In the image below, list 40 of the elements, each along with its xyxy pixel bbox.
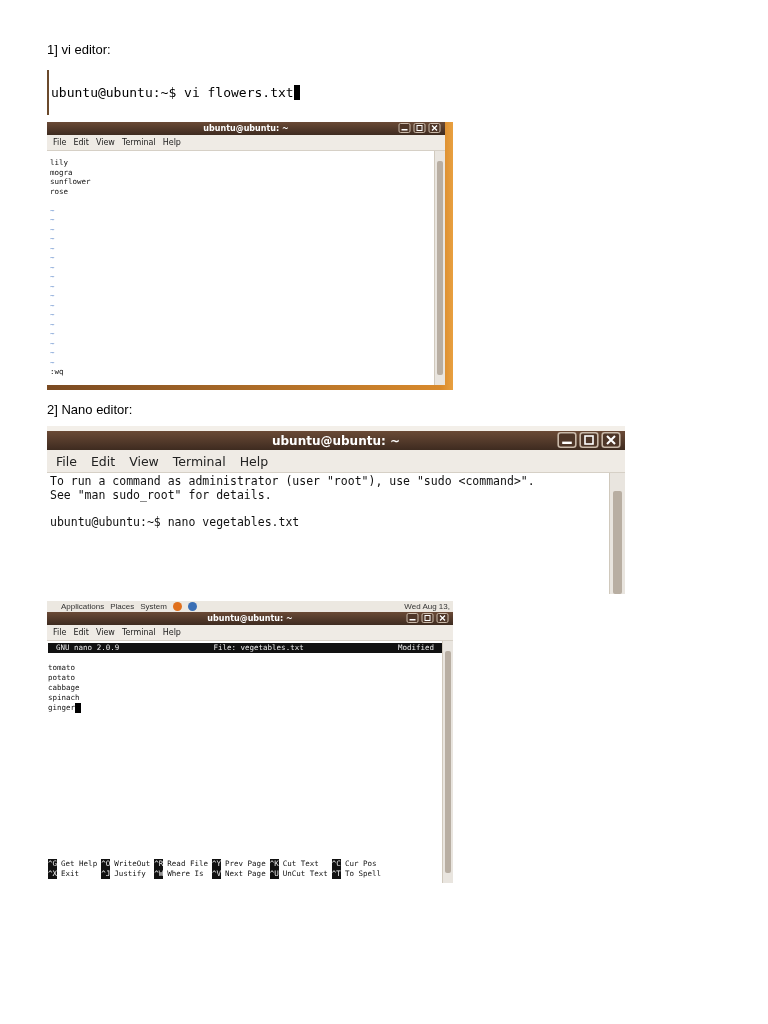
terminal-prompt: ubuntu@ubuntu:~$ nano vegetables.txt [50,516,301,530]
menu-item[interactable]: Terminal [172,453,226,469]
terminal-line: To run a command as administrator (user "root"), use "sudo <command>". [50,475,536,489]
maximize-icon[interactable] [421,613,434,623]
terminal-prompt: ubuntu@ubuntu:~$ vi flowers.txt [51,85,294,100]
menu-item[interactable]: File [53,138,67,147]
close-icon[interactable] [428,123,441,133]
minimize-icon[interactable] [557,432,577,448]
minimize-icon[interactable] [406,613,419,623]
minimize-icon[interactable] [398,123,411,133]
menu-item[interactable]: Edit [73,628,89,637]
menu-item[interactable]: Terminal [121,138,156,147]
menu-item[interactable]: File [53,628,67,637]
panel-menu[interactable]: System [140,602,167,611]
scrollbar[interactable] [434,151,445,385]
scrollbar[interactable] [609,473,625,594]
clock: Wed Aug 13, [404,602,451,611]
window-title: ubuntu@ubuntu: ~ [272,433,400,448]
window-title: ubuntu@ubuntu: ~ [207,614,293,623]
window-title: ubuntu@ubuntu: ~ [203,124,289,133]
menu-item[interactable]: Edit [90,453,116,469]
close-icon[interactable] [601,432,621,448]
maximize-icon[interactable] [413,123,426,133]
menu-item[interactable]: Terminal [121,628,156,637]
section-heading: 1] vi editor: [47,42,112,59]
menu-item[interactable]: File [56,453,77,469]
menu-item[interactable]: View [129,453,159,469]
menu-item[interactable]: View [95,138,115,147]
terminal-line: See "man sudo_root" for details. [50,488,273,502]
menu-item[interactable]: View [95,628,115,637]
close-icon[interactable] [436,613,449,623]
menu-item[interactable]: Help [162,628,181,637]
menu-item[interactable]: Help [162,138,181,147]
maximize-icon[interactable] [579,432,599,448]
scrollbar[interactable] [442,641,453,883]
panel-menu[interactable]: Places [110,602,135,611]
menu-item[interactable]: Help [239,453,269,469]
section-heading: 2] Nano editor: [47,402,134,419]
menu-item[interactable]: Edit [73,138,89,147]
panel-menu[interactable]: Applications [61,602,105,611]
